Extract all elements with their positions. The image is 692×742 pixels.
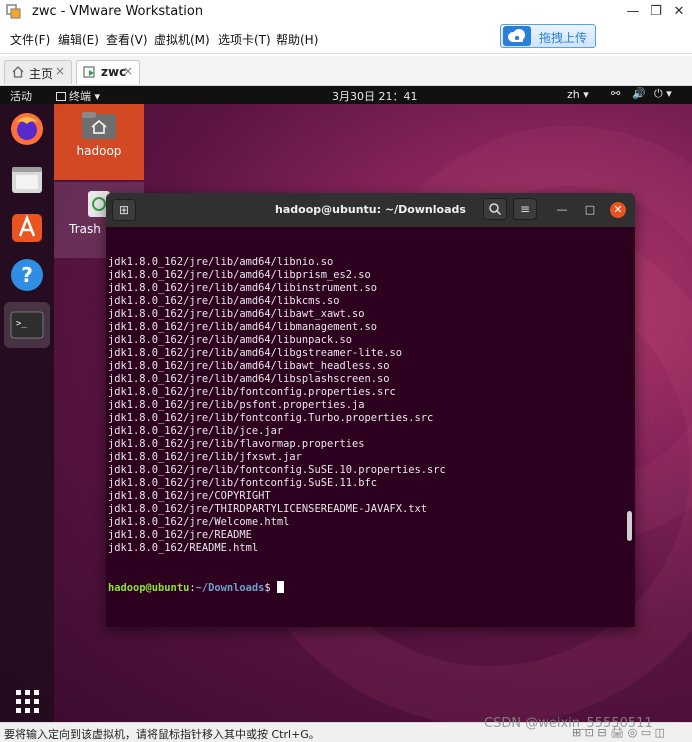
watermark: CSDN @weixin_55550511 [484, 716, 653, 731]
vm-display[interactable]: 活动 终端 ▾ 3月30日 21：41 zh ▾ ⚯ 🔊 ⏻ ▾ ? >_ ha… [0, 86, 692, 722]
terminal-headerbar: ⊞ hadoop@ubuntu: ~/Downloads ≡ — □ ✕ [106, 193, 635, 227]
terminal-line: jdk1.8.0_162/jre/lib/jce.jar [108, 425, 284, 437]
ubuntu-top-bar: 活动 终端 ▾ 3月30日 21：41 zh ▾ ⚯ 🔊 ⏻ ▾ [0, 86, 692, 104]
terminal-dock-icon[interactable]: >_ [8, 306, 46, 344]
help-icon[interactable]: ? [8, 256, 46, 294]
menu-vm[interactable]: 虚拟机(M) [154, 31, 210, 48]
terminal-line: jdk1.8.0_162/jre/lib/jfxswt.jar [108, 451, 302, 463]
terminal-line: jdk1.8.0_162/jre/README [108, 529, 252, 541]
terminal-line: jdk1.8.0_162/jre/lib/amd64/libawt_xawt.s… [108, 308, 365, 320]
terminal-window[interactable]: ⊞ hadoop@ubuntu: ~/Downloads ≡ — □ ✕ jdk… [106, 193, 635, 627]
menu-bar: 文件(F) 编辑(E) 查看(V) 虚拟机(M) 选项卡(T) 帮助(H) 拖拽… [0, 24, 692, 54]
vmware-icon [6, 4, 21, 19]
ubuntu-dock: ? >_ [0, 104, 54, 722]
terminal-scrollbar[interactable] [627, 511, 632, 541]
hamburger-menu-icon[interactable]: ≡ [513, 198, 537, 220]
terminal-line: jdk1.8.0_162/jre/lib/fontconfig.SuSE.11.… [108, 477, 377, 489]
terminal-line: jdk1.8.0_162/jre/Welcome.html [108, 516, 290, 528]
terminal-line: jdk1.8.0_162/jre/lib/fontconfig.Turbo.pr… [108, 412, 434, 424]
terminal-line: jdk1.8.0_162/jre/lib/amd64/libinstrument… [108, 282, 377, 294]
terminal-line: jdk1.8.0_162/jre/lib/amd64/libsplashscre… [108, 373, 390, 385]
tab-home-close-icon[interactable]: × [55, 64, 65, 78]
volume-icon[interactable]: 🔊 [632, 87, 646, 100]
terminal-line: jdk1.8.0_162/README.html [108, 542, 259, 554]
home-icon [12, 66, 24, 78]
prompt-symbol: $ [264, 582, 277, 594]
app-menu-label: 终端 ▾ [69, 90, 101, 103]
terminal-line: jdk1.8.0_162/jre/lib/psfont.properties.j… [108, 399, 365, 411]
desktop-icon-label: hadoop [76, 144, 122, 158]
clock[interactable]: 3月30日 21：41 [332, 88, 418, 104]
network-icon[interactable]: ⚯ [611, 87, 620, 100]
upload-button[interactable]: 拖拽上传 [500, 24, 596, 48]
menu-file[interactable]: 文件(F) [10, 31, 50, 48]
terminal-line: jdk1.8.0_162/jre/lib/amd64/libunpack.so [108, 334, 352, 346]
terminal-line: jdk1.8.0_162/jre/THIRDPARTYLICENSEREADME… [108, 503, 428, 515]
svg-text:?: ? [21, 263, 33, 287]
menu-help[interactable]: 帮助(H) [276, 31, 318, 48]
minimize-button[interactable]: — [622, 2, 644, 22]
cloud-icon [503, 26, 531, 46]
prompt-path: ~/Downloads [195, 582, 265, 594]
window-titlebar: zwc - VMware Workstation — ❐ ✕ [0, 0, 692, 24]
terminal-close-button[interactable]: ✕ [610, 202, 626, 218]
terminal-line: jdk1.8.0_162/jre/lib/amd64/libprism_es2.… [108, 269, 371, 281]
status-message: 要将输入定向到该虚拟机，请将鼠标指针移入其中或按 Ctrl+G。 [4, 728, 320, 741]
desktop-icon-hadoop[interactable]: hadoop [54, 104, 144, 180]
menu-edit[interactable]: 编辑(E) [58, 31, 99, 48]
files-icon[interactable] [8, 160, 46, 198]
activities-button[interactable]: 活动 [10, 88, 32, 104]
tab-bar: 主页 × zwc × [0, 56, 692, 86]
terminal-maximize-button[interactable]: □ [582, 202, 598, 218]
show-applications-icon[interactable] [8, 682, 46, 720]
close-button[interactable]: ✕ [668, 2, 690, 22]
restore-button[interactable]: ❐ [645, 2, 667, 22]
tab-zwc[interactable]: zwc × [76, 60, 140, 84]
menu-view[interactable]: 查看(V) [106, 31, 148, 48]
terminal-minimize-button[interactable]: — [554, 202, 570, 218]
search-icon[interactable] [483, 198, 507, 220]
prompt-user: hadoop@ubuntu [108, 582, 190, 594]
terminal-small-icon [56, 92, 66, 101]
tab-home-label: 主页 [29, 67, 54, 81]
app-menu-terminal[interactable]: 终端 ▾ [56, 88, 100, 104]
window-title: zwc - VMware Workstation [32, 4, 204, 19]
svg-text:>_: >_ [16, 319, 27, 329]
terminal-line: jdk1.8.0_162/jre/lib/fontconfig.properti… [108, 386, 396, 398]
tab-zwc-close-icon[interactable]: × [123, 64, 133, 78]
terminal-line: jdk1.8.0_162/jre/lib/amd64/libgstreamer-… [108, 347, 403, 359]
terminal-prompt[interactable]: hadoop@ubuntu:~/Downloads$ [108, 581, 628, 594]
terminal-line: jdk1.8.0_162/jre/lib/amd64/libmanagement… [108, 321, 377, 333]
firefox-icon[interactable] [8, 110, 46, 148]
home-folder-icon [82, 112, 116, 139]
terminal-line: jdk1.8.0_162/jre/lib/amd64/libkcms.so [108, 295, 340, 307]
terminal-line: jdk1.8.0_162/jre/lib/flavormap.propertie… [108, 438, 365, 450]
terminal-line: jdk1.8.0_162/jre/lib/amd64/libawt_headle… [108, 360, 390, 372]
input-method-indicator[interactable]: zh ▾ [567, 88, 589, 101]
power-icon[interactable]: ⏻ ▾ [654, 87, 672, 101]
terminal-line: jdk1.8.0_162/jre/lib/amd64/libnio.so [108, 256, 334, 268]
terminal-line: jdk1.8.0_162/jre/lib/fontconfig.SuSE.10.… [108, 464, 446, 476]
terminal-output[interactable]: jdk1.8.0_162/jre/lib/amd64/libnio.so jdk1… [108, 230, 628, 627]
menu-tabs[interactable]: 选项卡(T) [218, 31, 271, 48]
upload-label: 拖拽上传 [539, 31, 588, 45]
terminal-line: jdk1.8.0_162/jre/COPYRIGHT [108, 490, 271, 502]
terminal-lines: jdk1.8.0_162/jre/lib/amd64/libnio.so jdk1… [108, 256, 628, 555]
vm-play-icon [83, 66, 95, 78]
tab-home[interactable]: 主页 × [4, 60, 72, 84]
text-cursor [276, 581, 284, 593]
